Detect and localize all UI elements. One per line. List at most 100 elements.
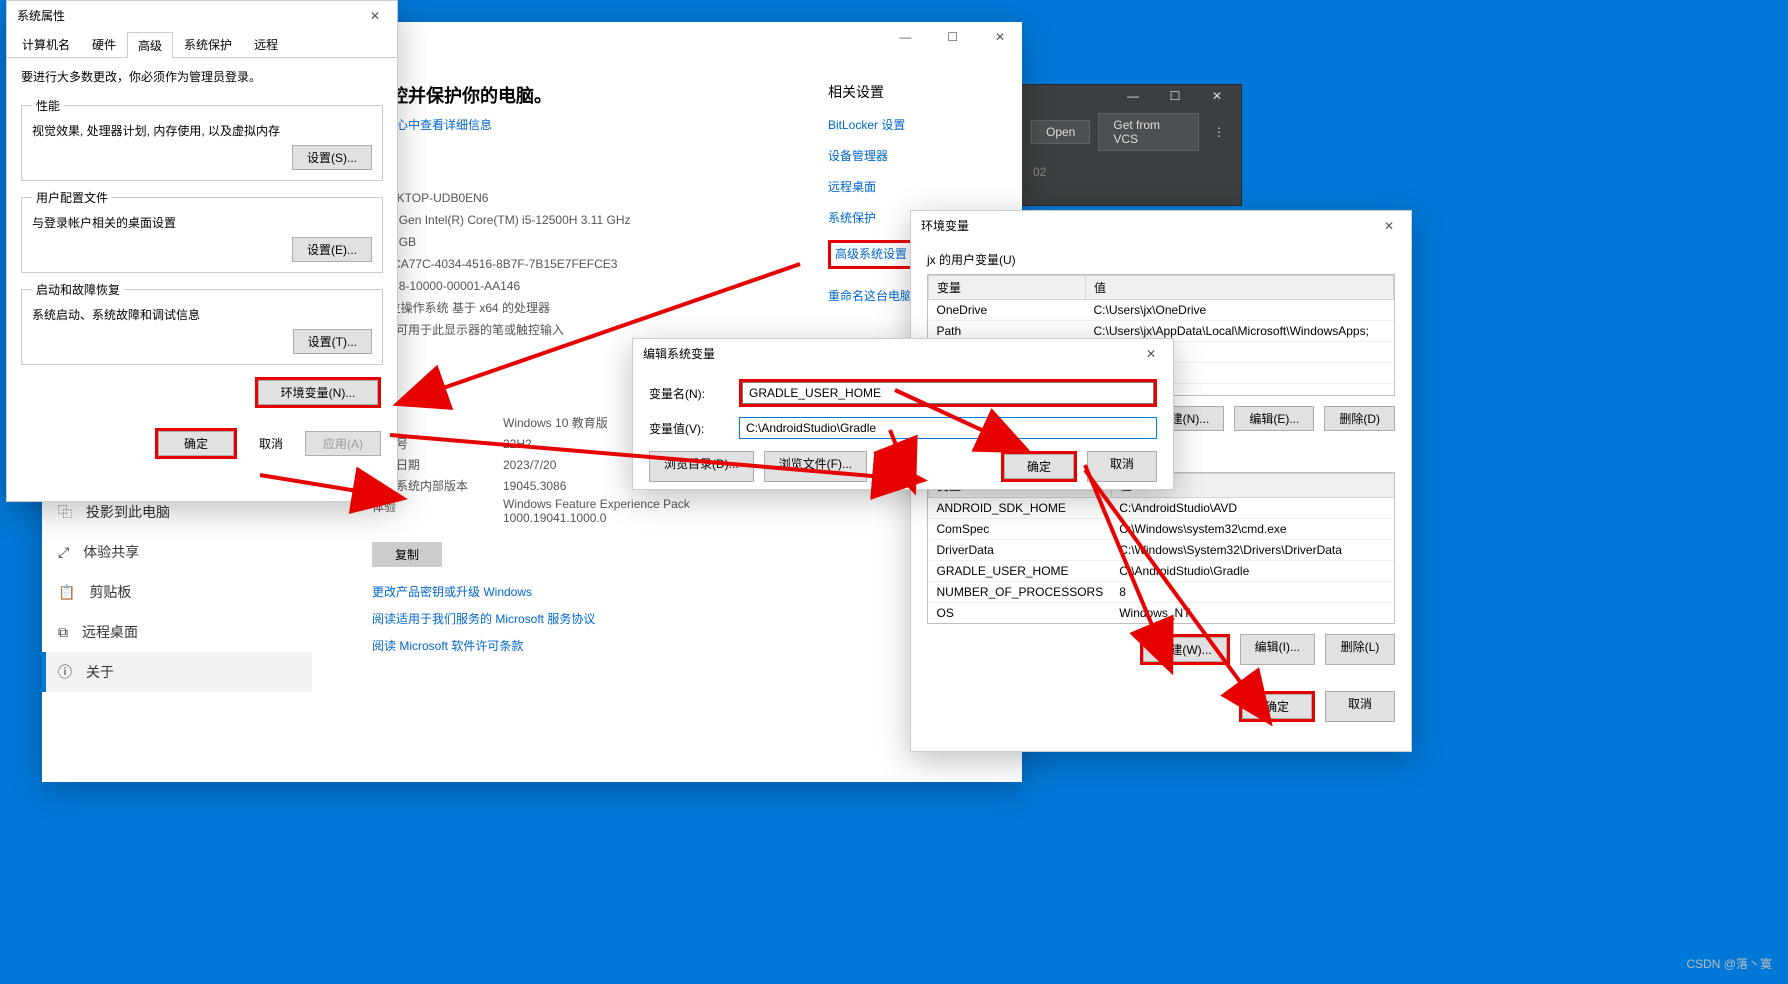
related-heading: 相关设置: [828, 82, 998, 102]
col-var: 变量: [929, 276, 1086, 300]
system-properties-dialog: 系统属性 ✕ 计算机名 硬件 高级 系统保护 远程 要进行大多数更改，你必须作为…: [6, 0, 398, 502]
perf-settings-button[interactable]: 设置(S)...: [292, 145, 372, 170]
ide-open-button[interactable]: Open: [1031, 120, 1090, 144]
dialog-title: 环境变量: [921, 211, 969, 241]
remote-icon: ⧉: [58, 624, 68, 641]
startup-settings-button[interactable]: 设置(T)...: [293, 329, 372, 354]
info-icon: ⓘ: [58, 662, 72, 682]
maximize-icon[interactable]: ☐: [1155, 89, 1195, 103]
var-value-input[interactable]: [739, 417, 1157, 439]
sys-vars-list[interactable]: 变量 值 ANDROID_SDK_HOMEC:\AndroidStudio\AV…: [927, 472, 1395, 624]
tab-bar: 计算机名 硬件 高级 系统保护 远程: [7, 31, 397, 58]
perf-legend: 性能: [32, 97, 64, 114]
ram-value: 6.00 GB: [372, 231, 788, 253]
copy-button[interactable]: 复制: [372, 542, 442, 567]
performance-group: 性能 视觉效果, 处理器计划, 内存使用, 以及虚拟内存 设置(S)...: [21, 97, 383, 181]
close-icon[interactable]: ✕: [1367, 211, 1411, 241]
tab-advanced[interactable]: 高级: [127, 32, 173, 58]
project-icon: ⿻: [58, 502, 72, 522]
product-id: 00328-10000-00001-AA146: [372, 275, 788, 297]
intro-text: 要进行大多数更改，你必须作为管理员登录。: [7, 58, 397, 89]
browse-dir-button[interactable]: 浏览目录(D)...: [649, 451, 754, 482]
env-ok-button[interactable]: 确定: [1242, 694, 1312, 719]
os-type: 64 位操作系统 基于 x64 的处理器: [372, 297, 788, 319]
user-delete-button[interactable]: 删除(D): [1324, 406, 1395, 431]
table-row[interactable]: GRADLE_USER_HOMEC:\AndroidStudio\Gradle: [929, 561, 1396, 582]
close-icon[interactable]: ✕: [353, 1, 397, 31]
close-icon[interactable]: ✕: [1129, 339, 1173, 369]
sidebar-item-about[interactable]: ⓘ 关于: [42, 652, 312, 692]
col-val: 值: [1086, 276, 1394, 300]
sidebar-item-remote[interactable]: ⧉ 远程桌面: [42, 612, 312, 652]
sys-delete-button[interactable]: 删除(L): [1325, 634, 1395, 665]
table-row[interactable]: OSWindows_NT: [929, 603, 1396, 624]
perf-desc: 视觉效果, 处理器计划, 内存使用, 以及虚拟内存: [32, 122, 372, 139]
terms-link[interactable]: 阅读适用于我们服务的 Microsoft 服务协议: [372, 610, 788, 627]
tab-hardware[interactable]: 硬件: [81, 31, 127, 57]
profile-settings-button[interactable]: 设置(E)...: [292, 237, 372, 262]
browse-file-button[interactable]: 浏览文件(F)...: [764, 451, 867, 482]
profile-group: 用户配置文件 与登录帐户相关的桌面设置 设置(E)...: [21, 189, 383, 273]
ide-extra-text: 02: [1021, 157, 1241, 187]
pc-name: DESKTOP-UDB0EN6: [372, 187, 788, 209]
clipboard-icon: 📋: [58, 584, 75, 601]
devmgr-link[interactable]: 设备管理器: [828, 147, 998, 164]
ide-window: — ☐ ✕ Open Get from VCS ⋮ 02: [1020, 84, 1242, 206]
maximize-icon[interactable]: ☐: [931, 22, 975, 52]
var-name-label: 变量名(N):: [649, 385, 725, 402]
profile-legend: 用户配置文件: [32, 189, 112, 206]
apply-button[interactable]: 应用(A): [305, 431, 381, 456]
bitlocker-link[interactable]: BitLocker 设置: [828, 116, 998, 133]
profile-desc: 与登录帐户相关的桌面设置: [32, 214, 372, 231]
tab-system-protection[interactable]: 系统保护: [173, 31, 243, 57]
dialog-title: 系统属性: [17, 1, 65, 31]
table-row[interactable]: DriverDataC:\Windows\System32\Drivers\Dr…: [929, 540, 1396, 561]
license-link[interactable]: 阅读 Microsoft 软件许可条款: [372, 637, 788, 654]
ok-button[interactable]: 确定: [158, 431, 234, 456]
table-row[interactable]: ComSpecC:\Windows\system32\cmd.exe: [929, 519, 1396, 540]
share-icon: ⤢: [58, 544, 69, 561]
close-icon[interactable]: ✕: [978, 22, 1022, 52]
rdp-link[interactable]: 远程桌面: [828, 178, 998, 195]
cancel-button[interactable]: 取消: [245, 432, 297, 455]
minimize-icon[interactable]: —: [883, 22, 927, 52]
table-row[interactable]: ANDROID_SDK_HOMEC:\AndroidStudio\AVD: [929, 498, 1396, 519]
table-row[interactable]: OneDriveC:\Users\jx\OneDrive: [929, 300, 1394, 321]
tab-remote[interactable]: 远程: [243, 31, 289, 57]
uuid-value: 642CA77C-4034-4516-8B7F-7B15E7FEFCE3: [372, 253, 788, 275]
tab-computer-name[interactable]: 计算机名: [11, 31, 81, 57]
ide-vcs-button[interactable]: Get from VCS: [1098, 113, 1199, 151]
settings-heading: 监控并保护你的电脑。: [372, 82, 788, 108]
var-name-input[interactable]: [742, 382, 1154, 404]
env-cancel-button[interactable]: 取消: [1325, 691, 1395, 722]
sidebar-item-label: 远程桌面: [82, 622, 138, 642]
close-icon[interactable]: ✕: [1197, 89, 1237, 103]
sidebar-item-label: 体验共享: [83, 542, 139, 562]
sidebar-item-label: 关于: [86, 662, 114, 682]
sidebar-item-label: 投影到此电脑: [86, 502, 170, 522]
env-vars-button[interactable]: 环境变量(N)...: [258, 380, 378, 405]
minimize-icon[interactable]: —: [1113, 89, 1153, 103]
advanced-system-settings-link[interactable]: 高级系统设置: [835, 247, 907, 261]
startup-group: 启动和故障恢复 系统启动、系统故障和调试信息 设置(T)...: [21, 281, 383, 365]
more-icon[interactable]: ⋮: [1207, 125, 1231, 139]
table-row[interactable]: NUMBER_OF_PROCESSORS8: [929, 582, 1396, 603]
sidebar-item-share[interactable]: ⤢ 体验共享: [42, 532, 312, 572]
startup-legend: 启动和故障恢复: [32, 281, 124, 298]
watermark: CSDN @落丶寞: [1686, 955, 1772, 972]
sys-edit-button[interactable]: 编辑(I)...: [1240, 634, 1315, 665]
user-vars-legend: jx 的用户变量(U): [911, 241, 1411, 270]
table-row[interactable]: PathC:\Windows\system32;C:\Windows;C:\Wi…: [929, 624, 1396, 625]
sys-new-button[interactable]: 新建(W)...: [1143, 637, 1226, 662]
edit-variable-dialog: 编辑系统变量 ✕ 变量名(N): 变量值(V): 浏览目录(D)... 浏览文件…: [632, 338, 1174, 490]
edit-ok-button[interactable]: 确定: [1004, 454, 1074, 479]
user-edit-button[interactable]: 编辑(E)...: [1234, 406, 1314, 431]
dialog-title: 编辑系统变量: [643, 339, 715, 369]
upgrade-link[interactable]: 更改产品密钥或升级 Windows: [372, 583, 788, 600]
security-center-link[interactable]: 全中心中查看详细信息: [372, 116, 788, 133]
sidebar-item-clipboard[interactable]: 📋 剪贴板: [42, 572, 312, 612]
sidebar-item-label: 剪贴板: [89, 582, 131, 602]
edit-cancel-button[interactable]: 取消: [1087, 451, 1157, 482]
cpu-value: 12th Gen Intel(R) Core(TM) i5-12500H 3.1…: [372, 209, 788, 231]
var-value-label: 变量值(V):: [649, 420, 725, 437]
